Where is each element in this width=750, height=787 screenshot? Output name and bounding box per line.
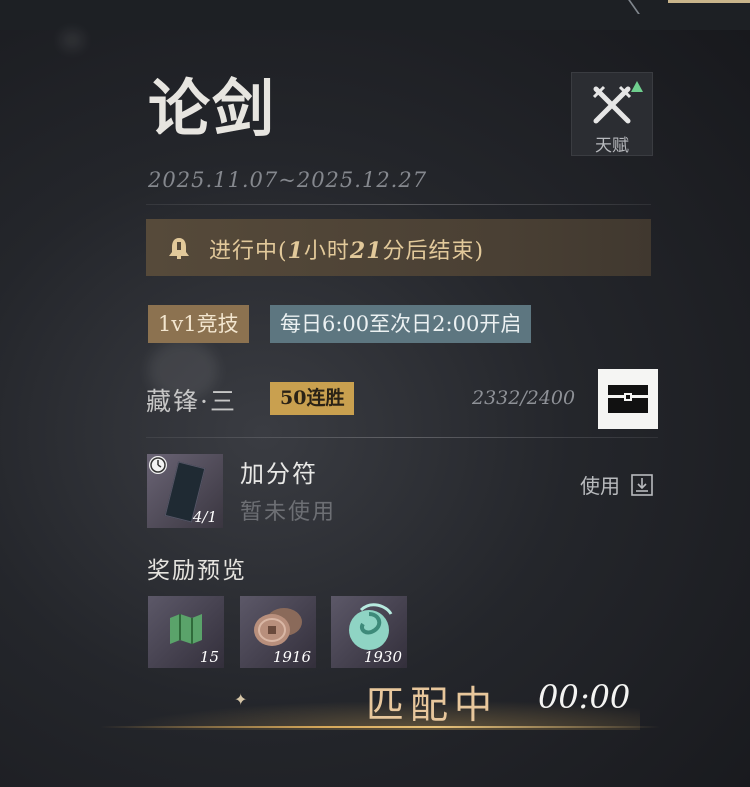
status-banner: 进行中(1小时21分后结束) <box>146 219 651 276</box>
rank-chest-button[interactable] <box>598 369 658 429</box>
reward-item[interactable]: 1916 <box>240 596 316 668</box>
status-minutes: 21 <box>349 238 383 264</box>
jade-swirl-icon <box>349 603 393 650</box>
bird-icon: ✦ <box>234 690 248 709</box>
status-hours: 1 <box>287 238 304 264</box>
rewards-title: 奖励预览 <box>147 558 247 584</box>
item-name: 加分符 <box>240 460 318 488</box>
talent-label: 天赋 <box>595 136 629 156</box>
talent-button[interactable]: 天赋 <box>571 72 653 156</box>
clock-icon <box>149 456 167 474</box>
item-count: 4/1 <box>192 508 217 526</box>
event-title: 论剑 <box>148 72 277 145</box>
reward-item[interactable]: 15 <box>148 596 224 668</box>
crossed-swords-icon <box>592 85 632 124</box>
event-date-range: 2025.11.07~2025.12.27 <box>148 168 428 192</box>
reward-qty: 1916 <box>272 648 311 666</box>
rank-tier: 藏锋·三 <box>146 387 237 416</box>
reward-qty: 15 <box>199 648 219 666</box>
decor-slash <box>628 0 660 14</box>
item-status: 暂未使用 <box>240 500 337 525</box>
status-suffix: 分后结束) <box>382 239 485 264</box>
reward-item[interactable]: 1930 <box>331 596 407 668</box>
matching-label[interactable]: 匹配中 <box>366 674 498 729</box>
upgrade-arrow-icon <box>631 81 643 92</box>
coins-icon <box>254 608 302 646</box>
status-hour-unit: 小时 <box>303 239 350 264</box>
chest-icon <box>608 385 648 413</box>
use-icon[interactable] <box>630 473 654 497</box>
status-text: 进行中(1小时21分后结束) <box>209 233 484 265</box>
bonus-talisman-item[interactable]: 4/1 <box>147 454 223 528</box>
matching-timer: 00:00 <box>538 678 631 716</box>
win-streak-badge: 50连胜 <box>270 382 355 415</box>
reward-qty: 1930 <box>363 648 402 666</box>
mode-tag: 1v1竞技 <box>148 305 249 343</box>
status-prefix: 进行中( <box>209 239 288 264</box>
divider <box>146 204 651 205</box>
divider <box>146 437 658 438</box>
bell-icon <box>169 238 189 259</box>
rank-score: 2332/2400 <box>472 387 576 409</box>
light-glow <box>60 30 84 50</box>
top-bar <box>0 0 750 30</box>
map-scroll-icon <box>170 614 202 644</box>
schedule-tag: 每日6:00至次日2:00开启 <box>270 305 532 343</box>
use-button[interactable]: 使用 <box>580 470 620 499</box>
top-accent-line <box>668 0 750 3</box>
